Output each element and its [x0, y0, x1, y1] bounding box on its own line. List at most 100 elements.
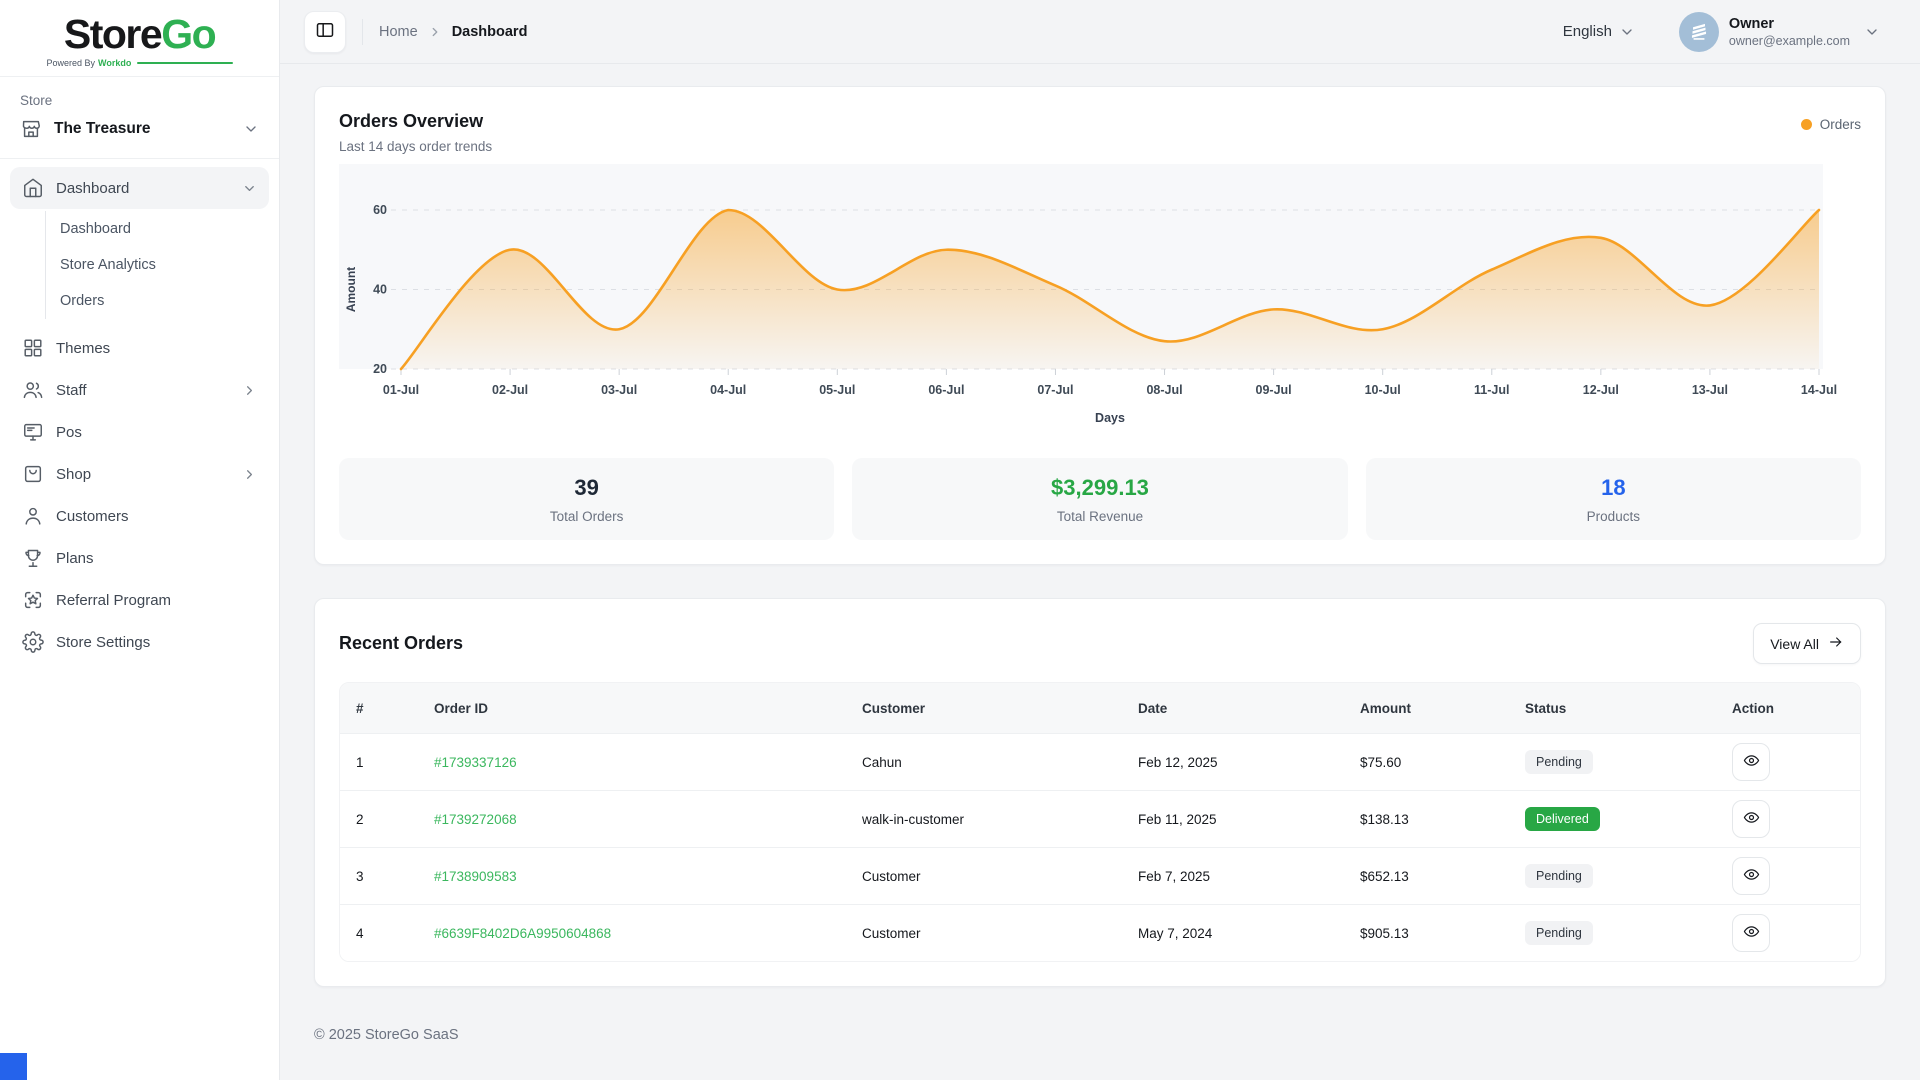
store-selector[interactable]: The Treasure [0, 118, 279, 159]
svg-text:04-Jul: 04-Jul [710, 383, 746, 397]
svg-text:08-Jul: 08-Jul [1146, 383, 1182, 397]
chevron-down-icon [1619, 24, 1635, 40]
stat-total-revenue: $3,299.13Total Revenue [852, 458, 1347, 540]
sidebar-item-shop[interactable]: Shop [10, 453, 269, 495]
date-cell: Feb 11, 2025 [1122, 812, 1344, 827]
order-id-link[interactable]: #6639F8402D6A9950604868 [434, 926, 611, 941]
amount-cell: $75.60 [1344, 755, 1509, 770]
order-id-link[interactable]: #1739337126 [434, 755, 517, 770]
view-order-button[interactable] [1732, 914, 1770, 952]
panel-left-icon [315, 20, 335, 43]
column-header-status: Status [1509, 701, 1716, 716]
topbar-right: English Owner owner@example.com [1563, 12, 1880, 52]
sidebar-item-plans[interactable]: Plans [10, 537, 269, 579]
eye-icon [1743, 866, 1760, 886]
sidebar-item-store-settings[interactable]: Store Settings [10, 621, 269, 663]
breadcrumb-home[interactable]: Home [379, 24, 418, 40]
recent-orders-header: Recent Orders View All [339, 623, 1861, 664]
orders-overview-header: Orders Overview Last 14 days order trend… [339, 111, 1861, 154]
sidebar-submenu: DashboardStore AnalyticsOrders [45, 211, 269, 319]
sidebar-item-label: Pos [56, 424, 257, 441]
arrow-right-icon [1828, 634, 1844, 653]
brand-name-secondary: Go [161, 11, 215, 57]
table-row: 1#1739337126CahunFeb 12, 2025$75.60Pendi… [340, 733, 1860, 790]
amount-cell: $138.13 [1344, 812, 1509, 827]
user-menu[interactable]: Owner owner@example.com [1679, 12, 1880, 52]
svg-text:01-Jul: 01-Jul [383, 383, 419, 397]
svg-text:20: 20 [373, 362, 387, 376]
stat-value: 39 [339, 475, 834, 501]
table-header-row: #Order IDCustomerDateAmountStatusAction [340, 683, 1860, 733]
view-order-button[interactable] [1732, 857, 1770, 895]
sidebar-item-staff[interactable]: Staff [10, 369, 269, 411]
sidebar-subitem-dashboard[interactable]: Dashboard [46, 211, 269, 247]
home-icon [22, 177, 44, 199]
users-icon [22, 379, 44, 401]
chevron-down-icon [242, 181, 257, 196]
avatar [1679, 12, 1719, 52]
status-badge: Pending [1525, 750, 1593, 774]
date-cell: May 7, 2024 [1122, 926, 1344, 941]
user-icon [22, 505, 44, 527]
recent-orders-title: Recent Orders [339, 633, 463, 654]
gear-icon [22, 631, 44, 653]
chevron-right-icon [242, 467, 257, 482]
sidebar-nav: DashboardDashboardStore AnalyticsOrdersT… [0, 159, 279, 671]
chevron-down-icon [1864, 24, 1880, 40]
stat-products: 18Products [1366, 458, 1861, 540]
column-header-customer: Customer [846, 701, 1122, 716]
storefront-icon [20, 118, 42, 140]
chevron-right-icon [428, 25, 442, 39]
customer-cell: Customer [846, 869, 1122, 884]
footer: © 2025 StoreGo SaaS [314, 987, 1886, 1067]
area-chart-svg: 20406001-Jul02-Jul03-Jul04-Jul05-Jul06-J… [339, 164, 1865, 436]
view-order-button[interactable] [1732, 743, 1770, 781]
svg-text:40: 40 [373, 283, 387, 297]
svg-text:Amount: Amount [344, 267, 358, 312]
sidebar-item-themes[interactable]: Themes [10, 327, 269, 369]
chevron-down-icon [243, 121, 259, 137]
amount-cell: $905.13 [1344, 926, 1509, 941]
main-area: Home Dashboard English Owner owner@examp… [280, 0, 1920, 1080]
svg-text:06-Jul: 06-Jul [928, 383, 964, 397]
recent-orders-card: Recent Orders View All #Order IDCustomer… [314, 598, 1886, 987]
brand-logo[interactable]: StoreGo [0, 12, 279, 57]
sidebar-toggle-button[interactable] [304, 11, 346, 53]
sidebar-item-pos[interactable]: Pos [10, 411, 269, 453]
language-selector[interactable]: English [1563, 23, 1635, 40]
column-header-date: Date [1122, 701, 1344, 716]
debugbar-toggle-button[interactable] [0, 1053, 27, 1080]
sidebar-item-customers[interactable]: Customers [10, 495, 269, 537]
grid-icon [22, 337, 44, 359]
order-id-link[interactable]: #1738909583 [434, 869, 517, 884]
row-number: 4 [340, 926, 418, 941]
view-all-button[interactable]: View All [1753, 623, 1861, 664]
svg-text:03-Jul: 03-Jul [601, 383, 637, 397]
pos-icon [22, 421, 44, 443]
date-cell: Feb 7, 2025 [1122, 869, 1344, 884]
stat-label: Total Orders [339, 509, 834, 524]
legend-dot [1801, 119, 1812, 130]
chart-legend: Orders [1801, 111, 1861, 132]
breadcrumb: Home Dashboard [379, 24, 527, 40]
language-label: English [1563, 23, 1612, 40]
sidebar-item-label: Referral Program [56, 592, 257, 609]
user-email: owner@example.com [1729, 34, 1850, 48]
sidebar-item-dashboard[interactable]: Dashboard [10, 167, 269, 209]
eye-icon [1743, 809, 1760, 829]
order-id-link[interactable]: #1739272068 [434, 812, 517, 827]
trophy-icon [22, 547, 44, 569]
sidebar-item-label: Customers [56, 508, 257, 525]
row-number: 2 [340, 812, 418, 827]
sidebar-subitem-orders[interactable]: Orders [46, 283, 269, 319]
view-order-button[interactable] [1732, 800, 1770, 838]
recent-orders-table: #Order IDCustomerDateAmountStatusAction1… [339, 682, 1861, 962]
customer-cell: Customer [846, 926, 1122, 941]
sidebar-subitem-store-analytics[interactable]: Store Analytics [46, 247, 269, 283]
tagline-underline [137, 62, 232, 64]
sidebar-item-label: Staff [56, 382, 230, 399]
sidebar-item-referral-program[interactable]: Referral Program [10, 579, 269, 621]
status-badge: Delivered [1525, 807, 1600, 831]
column-header-action: Action [1716, 701, 1860, 716]
svg-text:Days: Days [1095, 411, 1125, 425]
